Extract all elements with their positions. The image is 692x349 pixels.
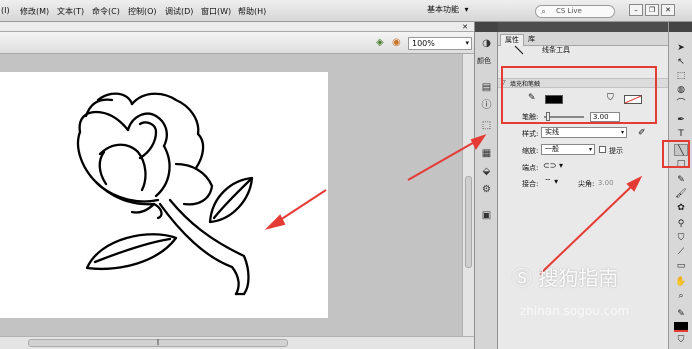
- watermark-logo-icon: Ⓢ: [512, 266, 532, 290]
- watermark-url: zhinan.sogou.com: [520, 304, 630, 318]
- annotation-arrows: [264, 134, 643, 275]
- watermark: Ⓢ 搜狗指南: [512, 262, 618, 291]
- watermark-brand: 搜狗指南: [538, 266, 619, 290]
